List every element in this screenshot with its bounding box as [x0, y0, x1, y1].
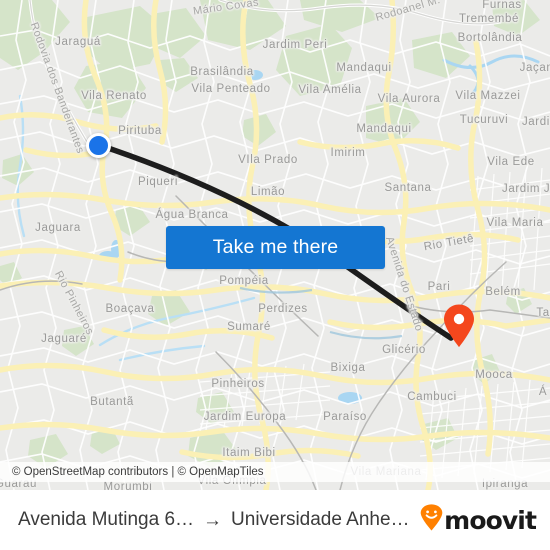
- destination-marker[interactable]: [443, 304, 475, 348]
- moovit-logo[interactable]: moovit: [420, 504, 537, 536]
- bottom-bar: Avenida Mutinga 6… → Universidade Anhemb…: [0, 490, 550, 550]
- moovit-pin-icon: [420, 504, 443, 536]
- route-summary: Avenida Mutinga 6… → Universidade Anhemb…: [18, 509, 412, 531]
- moovit-wordmark: moovit: [444, 505, 537, 535]
- map-attribution[interactable]: © OpenStreetMap contributors | © OpenMap…: [0, 462, 550, 482]
- origin-marker[interactable]: [86, 133, 111, 158]
- origin-name: Avenida Mutinga 6…: [18, 509, 195, 530]
- take-me-there-button[interactable]: Take me there: [166, 226, 385, 269]
- destination-name: Universidade Anhembi Moru…: [231, 509, 412, 530]
- moovit-map-screen: Mário Covas Rodoanel M. Furnas Tremembé Jara…: [0, 0, 550, 550]
- map-canvas[interactable]: Mário Covas Rodoanel M. Furnas Tremembé Jara…: [0, 0, 550, 490]
- arrow-right-icon: →: [203, 509, 223, 531]
